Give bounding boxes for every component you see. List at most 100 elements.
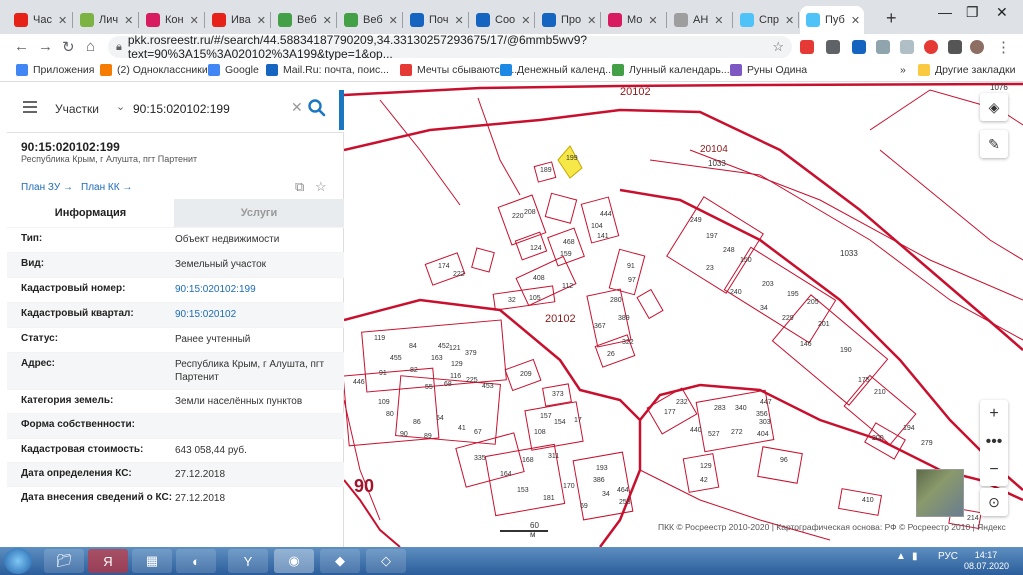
yandex-browser-taskbar-icon[interactable]: Y (228, 549, 268, 573)
yandex-taskbar-icon[interactable]: Я (88, 549, 128, 573)
search-icon[interactable] (307, 98, 327, 118)
browser-tab[interactable]: Мо ✕ (602, 6, 666, 34)
clock[interactable]: 14:17 08.07.2020 (964, 550, 1009, 572)
close-tab-icon[interactable]: ✕ (323, 14, 332, 27)
minimize-icon[interactable]: — (938, 4, 952, 20)
attribute-value[interactable]: 90:15:020102 (175, 308, 335, 321)
selected-parcel[interactable] (557, 145, 583, 179)
start-button[interactable] (4, 548, 32, 574)
close-tab-icon[interactable]: ✕ (455, 14, 464, 27)
reload-icon[interactable]: ↻ (62, 38, 75, 56)
layers-button[interactable]: ◈ (980, 93, 1008, 121)
zoom-out-button[interactable]: − (980, 456, 1008, 484)
extensions-puzzle-icon[interactable] (948, 40, 962, 54)
locate-button[interactable]: ⊙ (980, 488, 1008, 516)
attribute-value: Объект недвижимости (175, 234, 280, 245)
tab-separator (666, 12, 667, 28)
other-bookmarks[interactable]: Другие закладки (918, 64, 1015, 76)
tray-arrow-icon[interactable]: ▲ (896, 551, 906, 562)
tab-information[interactable]: Информация (7, 199, 174, 227)
browser-tab[interactable]: Пуб ✕ (800, 6, 864, 34)
favicon-icon (608, 13, 622, 27)
opera-extension-icon[interactable] (924, 40, 938, 54)
bookmark-star-icon[interactable]: ☆ (772, 39, 784, 55)
close-tab-icon[interactable]: ✕ (785, 14, 794, 27)
parcel-label: 249 (690, 217, 702, 224)
shield-extension-icon[interactable] (900, 40, 914, 54)
bookmark-item[interactable]: Приложения (16, 64, 94, 76)
bookmark-item[interactable]: (2) Одноклассники (100, 64, 208, 76)
browser-tab[interactable]: Кон ✕ (140, 6, 204, 34)
media-taskbar-icon[interactable]: ◐ (176, 549, 216, 573)
browser-tab[interactable]: Час ✕ (8, 6, 72, 34)
browser-tab[interactable]: Про ✕ (536, 6, 600, 34)
browser-tab[interactable]: Ива ✕ (206, 6, 270, 34)
chevron-down-icon[interactable]: ⌄ (116, 100, 125, 113)
bookmarks-more[interactable]: » (900, 64, 906, 76)
forward-icon[interactable]: → (38, 38, 53, 55)
search-type-select[interactable]: Участки (55, 102, 99, 116)
plan-kk-link[interactable]: План КК → (81, 182, 132, 193)
browser-tab[interactable]: Лич ✕ (74, 6, 138, 34)
maximize-icon[interactable]: ❐ (966, 4, 979, 21)
url-field[interactable]: 🔒︎ pkk.rosreestr.ru/#/search/44.58834187… (108, 33, 792, 61)
tab-label: Пуб (825, 14, 845, 26)
close-window-icon[interactable]: ✕ (996, 4, 1008, 21)
close-tab-icon[interactable]: ✕ (190, 14, 199, 27)
close-tab-icon[interactable]: ✕ (124, 14, 133, 27)
close-tab-icon[interactable]: ✕ (714, 14, 723, 27)
menu-dots-icon[interactable]: ⋮ (996, 38, 1011, 56)
close-tab-icon[interactable]: ✕ (58, 14, 67, 27)
back-icon[interactable]: ← (14, 38, 29, 55)
parcel-label: 159 (560, 251, 572, 258)
bookmark-item[interactable]: Денежный календ... (500, 64, 614, 76)
browser-tab[interactable]: Соо ✕ (470, 6, 534, 34)
browser-tab[interactable]: Поч ✕ (404, 6, 468, 34)
close-tab-icon[interactable]: ✕ (257, 14, 266, 27)
measure-button[interactable]: ✎ (980, 130, 1008, 158)
parcel-label: 205 (807, 299, 819, 306)
app-taskbar-icon[interactable]: ◇ (366, 549, 406, 573)
bookmark-item[interactable]: Mail.Ru: почта, поис... (266, 64, 389, 76)
new-tab-button[interactable]: + (886, 8, 897, 29)
attribute-value[interactable]: 90:15:020102:199 (175, 283, 335, 296)
browser-tab[interactable]: АН ✕ (668, 6, 732, 34)
browser-tab[interactable]: Веб ✕ (272, 6, 336, 34)
close-tab-icon[interactable]: ✕ (587, 14, 596, 27)
browser-tab[interactable]: Веб ✕ (338, 6, 402, 34)
extension-icon[interactable] (852, 40, 866, 54)
language-indicator[interactable]: РУС (938, 551, 958, 562)
explorer-taskbar-icon[interactable]: 📁︎ (44, 549, 84, 573)
close-tab-icon[interactable]: ✕ (648, 14, 657, 27)
close-tab-icon[interactable]: ✕ (851, 14, 860, 27)
bookmark-label: Приложения (33, 64, 95, 76)
bookmark-item[interactable]: Руны Одина (730, 64, 807, 76)
network-icon[interactable]: ▮ (912, 551, 918, 562)
favicon-icon (806, 13, 820, 27)
home-icon[interactable]: ⌂ (86, 38, 95, 55)
tab-services[interactable]: Услуги (174, 199, 344, 227)
bookmark-item[interactable]: Google (208, 64, 259, 76)
avatar[interactable] (970, 40, 984, 54)
bookmark-item[interactable]: Лунный календарь... (612, 64, 730, 76)
parcel-label: 157 (540, 413, 552, 420)
basemap-switcher[interactable] (916, 469, 964, 517)
zoom-in-button[interactable]: + (980, 400, 1008, 428)
app-taskbar-icon[interactable]: ◆ (320, 549, 360, 573)
calculator-taskbar-icon[interactable]: ▦ (132, 549, 172, 573)
extension-icon[interactable] (876, 40, 890, 54)
search-input[interactable]: 90:15:020102:199 (133, 102, 230, 116)
favorite-star-icon[interactable]: ☆ (315, 179, 327, 195)
menu-icon[interactable] (23, 101, 37, 113)
pdf-extension-icon[interactable] (826, 40, 840, 54)
zoom-to-object-icon[interactable]: ⧉ (295, 179, 304, 195)
plan-zu-link[interactable]: План ЗУ → (21, 182, 73, 193)
browser-tab[interactable]: Спр ✕ (734, 6, 798, 34)
more-tools-button[interactable]: ••• (980, 428, 1008, 456)
chrome-taskbar-icon[interactable]: ◉ (274, 549, 314, 573)
close-tab-icon[interactable]: ✕ (521, 14, 530, 27)
clear-icon[interactable]: ✕ (291, 99, 303, 116)
close-tab-icon[interactable]: ✕ (389, 14, 398, 27)
tab-label: Поч (429, 14, 449, 26)
adblock-extension-icon[interactable] (800, 40, 814, 54)
